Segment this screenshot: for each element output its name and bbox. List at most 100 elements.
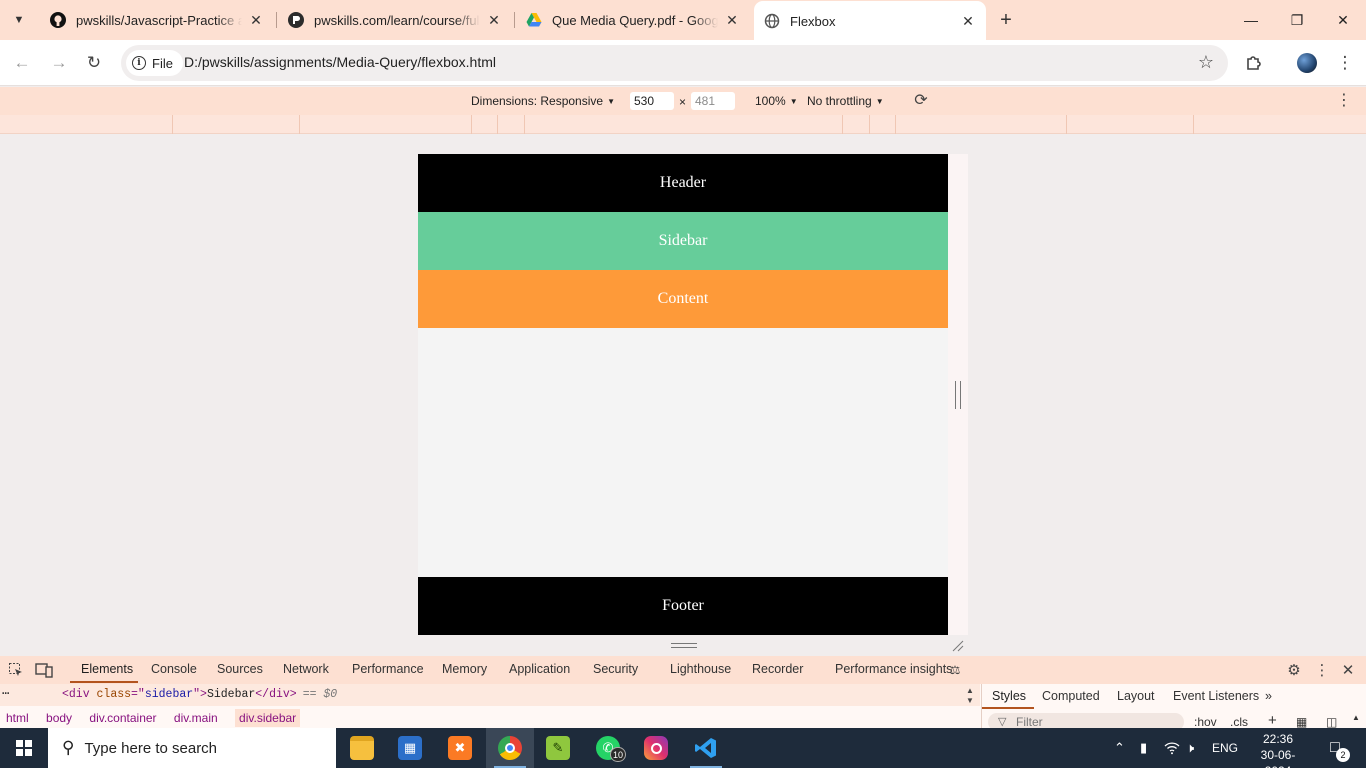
windows-start-button[interactable] <box>0 728 48 768</box>
viewport-resize-handle-corner[interactable] <box>951 639 965 653</box>
devtools-more-kebab-icon[interactable]: ⋮ <box>1312 660 1332 680</box>
breadcrumb-item[interactable]: div.container <box>89 711 156 725</box>
taskbar-file-explorer[interactable] <box>338 728 386 768</box>
viewport-resize-handle-right[interactable] <box>955 381 961 409</box>
media-query-marker[interactable] <box>1193 115 1194 134</box>
devtools-tab-console[interactable]: Console <box>151 662 197 676</box>
media-query-marker[interactable] <box>842 115 843 134</box>
breadcrumb-item-selected[interactable]: div.sidebar <box>235 709 301 727</box>
browser-tab-google-drive[interactable]: Que Media Query.pdf - Google ✕ <box>516 0 750 40</box>
media-query-marker[interactable] <box>471 115 472 134</box>
viewport-width-input[interactable]: 530 <box>630 92 674 110</box>
show-hidden-icons-chevron-icon[interactable]: ⌃ <box>1114 728 1125 768</box>
taskbar-instagram[interactable] <box>632 728 680 768</box>
close-tab-icon[interactable]: ✕ <box>486 12 502 28</box>
bookmark-star-icon[interactable]: ☆ <box>1198 52 1214 73</box>
taskbar-xampp[interactable]: ✖ <box>436 728 484 768</box>
site-info-chip[interactable]: i File <box>126 50 183 76</box>
devtools-tab-performance[interactable]: Performance <box>352 662 424 676</box>
tab-search-chevron-icon[interactable]: ▼ <box>6 7 32 33</box>
more-tabs-chevron-icon[interactable]: » <box>1265 689 1272 703</box>
devtools-tab-memory[interactable]: Memory <box>442 662 487 676</box>
devtools-settings-gear-icon[interactable]: ⚙ <box>1284 660 1304 680</box>
media-query-marker[interactable] <box>299 115 300 134</box>
back-arrow-icon[interactable]: ← <box>8 49 36 77</box>
extensions-puzzle-icon[interactable] <box>1240 49 1268 77</box>
devtools-tab-elements[interactable]: Elements <box>81 662 133 676</box>
input-language[interactable]: ENG <box>1212 728 1238 768</box>
browser-menu-kebab-icon[interactable]: ⋮ <box>1331 49 1359 77</box>
dom-breadcrumb: html body div.container div.main div.sid… <box>0 706 980 728</box>
styles-tab[interactable]: Styles <box>992 689 1026 703</box>
viewport-height-input[interactable]: 481 <box>691 92 735 110</box>
tab-title: Flexbox <box>790 13 836 29</box>
minimize-icon[interactable]: — <box>1228 0 1274 40</box>
breadcrumb-item[interactable]: div.main <box>174 711 218 725</box>
rotate-icon[interactable]: ⟳ <box>911 90 931 110</box>
close-tab-icon[interactable]: ✕ <box>248 12 264 28</box>
devtools-tab-performance-insights[interactable]: Performance insights <box>835 662 952 676</box>
devtools-close-icon[interactable]: ✕ <box>1338 660 1358 680</box>
forward-arrow-icon[interactable]: → <box>45 49 73 77</box>
close-window-icon[interactable]: ✕ <box>1320 0 1366 40</box>
close-tab-icon[interactable]: ✕ <box>960 13 976 29</box>
media-query-bar[interactable] <box>0 115 1366 134</box>
devtools-tab-security[interactable]: Security <box>593 662 638 676</box>
reload-icon[interactable]: ↻ <box>80 49 108 77</box>
notification-center-icon[interactable]: □ 2 <box>1322 736 1350 762</box>
inspect-element-icon[interactable] <box>6 660 26 680</box>
restore-window-icon[interactable]: ❐ <box>1274 0 1320 40</box>
new-style-rule-plus-icon[interactable]: + <box>1268 712 1277 729</box>
computed-tab[interactable]: Computed <box>1042 689 1100 703</box>
devtools-tab-application[interactable]: Application <box>509 662 570 676</box>
devtools-tab-network[interactable]: Network <box>283 662 329 676</box>
device-toolbar-more-icon[interactable]: ⋮ <box>1336 90 1352 110</box>
media-query-marker[interactable] <box>524 115 525 134</box>
taskbar-vscode[interactable] <box>682 728 730 768</box>
browser-tab-github[interactable]: pwskills/Javascript-Practice at m ✕ <box>40 0 274 40</box>
page-footer: Footer <box>418 577 948 635</box>
devtools-tab-recorder[interactable]: Recorder <box>752 662 803 676</box>
cls-toggle[interactable]: .cls <box>1230 715 1248 729</box>
hov-toggle[interactable]: :hov <box>1194 715 1217 729</box>
url-text[interactable]: D:/pwskills/assignments/Media-Query/flex… <box>184 54 496 70</box>
media-query-marker[interactable] <box>1066 115 1067 134</box>
device-toggle-icon[interactable] <box>34 660 54 680</box>
media-query-marker[interactable] <box>869 115 870 134</box>
browser-tab-flexbox[interactable]: Flexbox ✕ <box>754 1 986 41</box>
breadcrumb-item[interactable]: html <box>6 711 29 725</box>
viewport-resize-handle-bottom[interactable] <box>671 643 697 648</box>
profile-avatar[interactable] <box>1297 53 1317 73</box>
dom-scroll-arrows-icon[interactable]: ▲ ▼ <box>966 686 974 706</box>
layout-tab[interactable]: Layout <box>1117 689 1155 703</box>
media-query-marker[interactable] <box>172 115 173 134</box>
event-listeners-tab[interactable]: Event Listeners <box>1173 689 1259 703</box>
taskbar-clock[interactable]: 22:36 30-06-2024 <box>1250 731 1306 768</box>
taskbar-notepad-plus-plus[interactable]: ✎ <box>534 728 582 768</box>
throttling-dropdown[interactable]: No throttling <box>807 94 884 108</box>
battery-icon[interactable]: ▮ <box>1140 728 1147 768</box>
taskbar-search-box[interactable]: ⚲ Type here to search <box>48 728 336 768</box>
paint-brush-icon[interactable]: ▦ <box>1296 715 1307 729</box>
taskbar-chrome[interactable] <box>486 728 534 768</box>
media-query-marker[interactable] <box>497 115 498 134</box>
node-actions-ellipsis-icon[interactable]: ⋯ <box>2 686 9 701</box>
volume-muted-icon[interactable]: 🕨︎ <box>1186 728 1194 768</box>
new-tab-plus-icon[interactable]: + <box>994 8 1018 32</box>
zoom-dropdown[interactable]: 100% <box>755 94 798 108</box>
media-query-marker[interactable] <box>895 115 896 134</box>
breadcrumb-item[interactable]: body <box>46 711 72 725</box>
dom-selected-node[interactable]: ⋯ <div class="sidebar">Sidebar</div> == $… <box>0 684 980 706</box>
devtools-tab-lighthouse[interactable]: Lighthouse <box>670 662 731 676</box>
address-bar[interactable]: i File D:/pwskills/assignments/Media-Que… <box>121 45 1228 81</box>
styles-scroll-up-icon[interactable]: ▲ <box>1352 713 1360 722</box>
taskbar-microsoft-store[interactable]: ▦ <box>386 728 434 768</box>
tab-title: pwskills/Javascript-Practice at m <box>76 12 242 28</box>
devtools-tab-sources[interactable]: Sources <box>217 662 263 676</box>
browser-tab-pwskills[interactable]: pwskills.com/learn/course/full-s ✕ <box>278 0 512 40</box>
taskbar-whatsapp[interactable]: ✆ 10 <box>584 728 632 768</box>
toggle-sidebar-icon[interactable]: ◫ <box>1326 715 1337 729</box>
close-tab-icon[interactable]: ✕ <box>724 12 740 28</box>
wifi-icon[interactable] <box>1164 728 1180 768</box>
dimensions-dropdown[interactable]: Dimensions: Responsive <box>471 94 615 108</box>
